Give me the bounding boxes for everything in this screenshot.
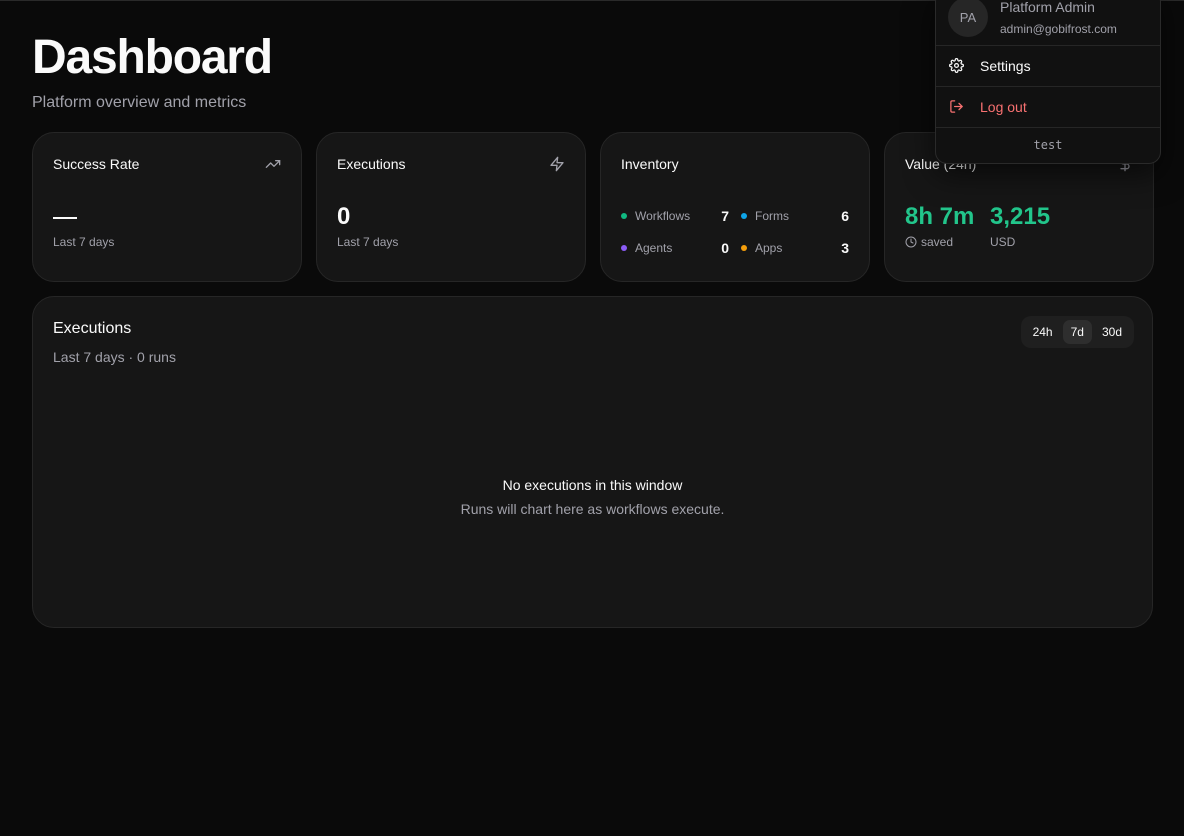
executions-card: Executions 0 Last 7 days <box>316 132 586 282</box>
page-title: Dashboard <box>32 31 273 84</box>
range-7d-button[interactable]: 7d <box>1062 320 1092 344</box>
empty-state-subtitle: Runs will chart here as workflows execut… <box>460 501 725 517</box>
logout-label: Log out <box>980 99 1027 115</box>
menu-divider <box>936 127 1160 128</box>
inventory-row: Workflows 7 Forms 6 <box>621 208 849 224</box>
menu-footer-text: test <box>1033 138 1063 152</box>
trending-up-icon <box>265 156 281 172</box>
card-caption: Last 7 days <box>53 235 115 249</box>
logout-icon <box>949 99 964 114</box>
inventory-row: Agents 0 Apps 3 <box>621 240 849 256</box>
empty-state-title: No executions in this window <box>502 477 683 493</box>
card-title: Inventory <box>621 156 679 172</box>
status-dot <box>741 245 747 251</box>
inventory-item-agents: Agents 0 <box>621 240 729 256</box>
inventory-label: Apps <box>755 241 783 255</box>
time-range-selector: 24h 7d 30d <box>1020 316 1134 348</box>
user-name: Platform Admin <box>1000 0 1095 15</box>
status-dot <box>741 213 747 219</box>
logout-menu-item[interactable]: Log out <box>936 87 1160 127</box>
gear-icon <box>949 58 964 73</box>
settings-label: Settings <box>980 58 1031 74</box>
executions-panel-subtitle: Last 7 days · 0 runs <box>53 349 176 365</box>
inventory-label: Agents <box>635 241 673 255</box>
range-24h-button[interactable]: 24h <box>1025 320 1061 344</box>
amount-caption: USD <box>990 235 1016 249</box>
settings-menu-item[interactable]: Settings <box>936 46 1160 86</box>
inventory-card: Inventory Workflows 7 Forms 6 Agents 0 A… <box>600 132 870 282</box>
inventory-label: Forms <box>755 209 789 223</box>
user-email: admin@gobifrost.com <box>1000 22 1117 36</box>
inventory-item-apps: Apps 3 <box>741 240 849 256</box>
avatar: PA <box>948 0 988 37</box>
time-saved-value: 8h 7m <box>905 203 975 230</box>
success-rate-card: Success Rate Last 7 days <box>32 132 302 282</box>
inventory-label: Workflows <box>635 209 691 223</box>
card-title: Executions <box>337 156 406 172</box>
inventory-count: 7 <box>721 208 729 224</box>
card-title: Success Rate <box>53 156 140 172</box>
success-rate-empty-value <box>53 217 77 219</box>
zap-icon <box>549 156 565 172</box>
range-30d-button[interactable]: 30d <box>1094 320 1130 344</box>
clock-icon <box>905 236 917 248</box>
user-menu-dropdown: PA Platform Admin admin@gobifrost.com Se… <box>935 0 1161 164</box>
inventory-item-forms: Forms 6 <box>741 208 849 224</box>
time-saved-label: saved <box>921 235 954 249</box>
status-dot <box>621 213 627 219</box>
amount-value: 3,215 <box>990 203 1051 230</box>
executions-panel-title: Executions <box>53 320 132 337</box>
status-dot <box>621 245 627 251</box>
executions-panel: Executions Last 7 days · 0 runs 24h 7d 3… <box>32 296 1153 628</box>
executions-value: 0 <box>337 203 351 230</box>
page-subtitle: Platform overview and metrics <box>32 94 247 111</box>
time-saved-caption: saved <box>905 235 953 249</box>
inventory-count: 3 <box>841 240 849 256</box>
inventory-count: 6 <box>841 208 849 224</box>
card-caption: Last 7 days <box>337 235 399 249</box>
inventory-item-workflows: Workflows 7 <box>621 208 729 224</box>
inventory-count: 0 <box>721 240 729 256</box>
